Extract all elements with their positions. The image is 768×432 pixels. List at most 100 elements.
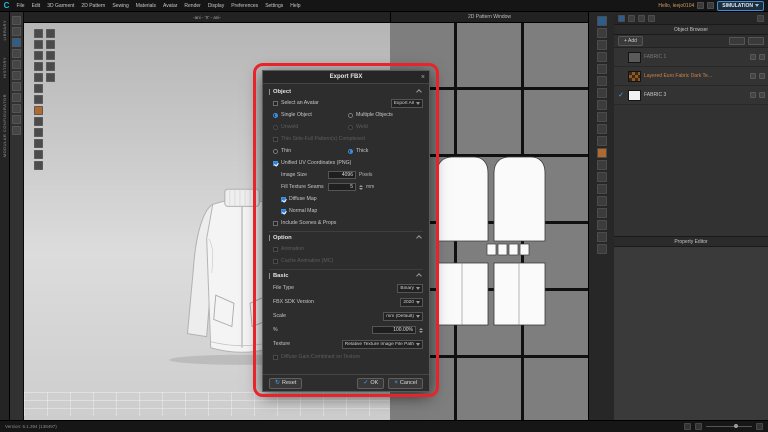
tool-icon[interactable] <box>596 220 607 230</box>
menu-help[interactable]: Help <box>287 0 304 12</box>
fill-seams-stepper[interactable] <box>359 184 363 190</box>
apps-grid-icon[interactable] <box>707 2 715 9</box>
panel-menu-icon[interactable] <box>757 14 764 22</box>
menu-edit[interactable]: Edit <box>28 0 44 12</box>
edit-icon[interactable] <box>750 54 756 60</box>
tool-icon[interactable] <box>34 51 43 60</box>
sdk-version-dropdown[interactable]: 2020 <box>400 297 423 307</box>
tool-icon[interactable] <box>12 16 21 25</box>
tool-icon[interactable] <box>596 124 607 134</box>
fill-seams-input[interactable]: 5 <box>328 183 356 191</box>
collapse-chevron-icon[interactable] <box>416 234 422 241</box>
tool-icon[interactable] <box>12 82 21 91</box>
panel-mode-icon[interactable] <box>648 14 655 22</box>
fabric-list-item[interactable]: Layered Euro Fabric Dark Te... <box>614 67 768 86</box>
tool-icon[interactable] <box>46 62 55 71</box>
view-mode-icon[interactable] <box>684 423 691 430</box>
tool-icon[interactable] <box>34 139 43 148</box>
collapse-chevron-icon[interactable] <box>416 88 422 95</box>
unified-uv-checkbox[interactable] <box>273 160 278 166</box>
app-logo[interactable]: C <box>0 0 13 12</box>
fabric-list-item[interactable]: FABRIC 1 <box>614 48 768 67</box>
tool-icon[interactable] <box>12 104 21 113</box>
close-icon[interactable]: × <box>421 71 425 84</box>
object-browser-header[interactable]: Object Browser <box>614 24 768 35</box>
tool-icon[interactable] <box>596 88 607 98</box>
tool-icon[interactable] <box>34 84 43 93</box>
animation-checkbox[interactable] <box>273 246 278 252</box>
dialog-titlebar[interactable]: Export FBX × <box>263 71 429 84</box>
single-object-radio[interactable] <box>273 112 278 118</box>
tool-icon[interactable] <box>34 95 43 104</box>
tool-icon[interactable] <box>34 161 43 170</box>
tool-icon[interactable] <box>46 73 55 82</box>
tool-icon[interactable] <box>596 40 607 50</box>
menu-settings[interactable]: Settings <box>262 0 287 12</box>
delete-button[interactable] <box>748 37 764 45</box>
weld-radio[interactable] <box>348 124 353 130</box>
ok-button[interactable]: ✓ OK <box>357 377 385 389</box>
options-icon[interactable] <box>759 54 765 60</box>
tool-icon[interactable] <box>596 64 607 74</box>
add-button[interactable]: + Add <box>618 36 643 46</box>
menu-2d-pattern[interactable]: 2D Pattern <box>78 0 109 12</box>
fabric-swatch[interactable] <box>628 89 641 101</box>
tab-modular-configurator[interactable]: MODULAR CONFIGURATOR <box>2 94 7 157</box>
tool-icon[interactable] <box>34 128 43 137</box>
property-editor-header[interactable]: Property Editor <box>614 236 768 247</box>
normal-map-checkbox[interactable] <box>281 208 286 214</box>
tool-icon[interactable] <box>596 112 607 122</box>
fabric-swatch[interactable] <box>628 51 641 63</box>
tool-icon[interactable] <box>596 160 607 170</box>
tool-icon[interactable] <box>34 40 43 49</box>
tool-icon-active[interactable] <box>596 16 607 26</box>
reset-button[interactable]: ↻ Reset <box>269 377 303 389</box>
fabric-swatch[interactable] <box>628 70 641 82</box>
menu-sewing[interactable]: Sewing <box>109 0 132 12</box>
fullscreen-icon[interactable] <box>756 423 763 430</box>
tool-icon[interactable] <box>596 232 607 242</box>
options-icon[interactable] <box>759 92 765 98</box>
tool-icon[interactable] <box>12 126 21 135</box>
thin-radio[interactable] <box>273 148 278 154</box>
tool-icon[interactable] <box>34 150 43 159</box>
zoom-slider-knob[interactable] <box>734 424 738 428</box>
menu-preferences[interactable]: Preferences <box>228 0 262 12</box>
tool-icon[interactable] <box>12 93 21 102</box>
diffuse-gain-checkbox[interactable] <box>273 354 278 360</box>
tool-icon[interactable] <box>596 100 607 110</box>
percent-stepper[interactable] <box>419 327 423 333</box>
tool-icon[interactable] <box>34 73 43 82</box>
tool-icon[interactable] <box>34 117 43 126</box>
tool-icon[interactable] <box>596 172 607 182</box>
tool-icon[interactable] <box>596 52 607 62</box>
tool-icon[interactable] <box>596 136 607 146</box>
tab-history[interactable]: HISTORY <box>2 57 7 78</box>
tool-icon[interactable] <box>12 49 21 58</box>
unweld-radio[interactable] <box>273 124 278 130</box>
tool-icon[interactable] <box>596 196 607 206</box>
tool-icon-active[interactable] <box>596 148 607 158</box>
tab-library[interactable]: LIBRARY <box>2 20 7 41</box>
tool-icon[interactable] <box>46 51 55 60</box>
menu-display[interactable]: Display <box>204 0 227 12</box>
thin-side-checkbox[interactable] <box>273 136 278 142</box>
tool-icon[interactable] <box>596 184 607 194</box>
file-type-dropdown[interactable]: Binary <box>397 283 423 293</box>
tool-icon[interactable] <box>12 115 21 124</box>
panel-mode-icon-active[interactable] <box>618 14 625 22</box>
options-icon[interactable] <box>759 73 765 79</box>
copy-button[interactable] <box>729 37 745 45</box>
cancel-button[interactable]: × Cancel <box>388 377 423 389</box>
menu-file[interactable]: File <box>13 0 28 12</box>
fabric-name[interactable]: FABRIC 3 <box>644 92 747 98</box>
select-avatar-checkbox[interactable] <box>273 100 278 106</box>
tool-icon[interactable] <box>34 62 43 71</box>
menu-3d-garment[interactable]: 3D Garment <box>44 0 78 12</box>
section-basic-header[interactable]: Basic <box>269 270 423 281</box>
panel-mode-icon[interactable] <box>638 14 645 22</box>
edit-icon[interactable] <box>750 73 756 79</box>
section-option-header[interactable]: Option <box>269 232 423 243</box>
tool-icon[interactable] <box>12 60 21 69</box>
menu-materials[interactable]: Materials <box>132 0 159 12</box>
